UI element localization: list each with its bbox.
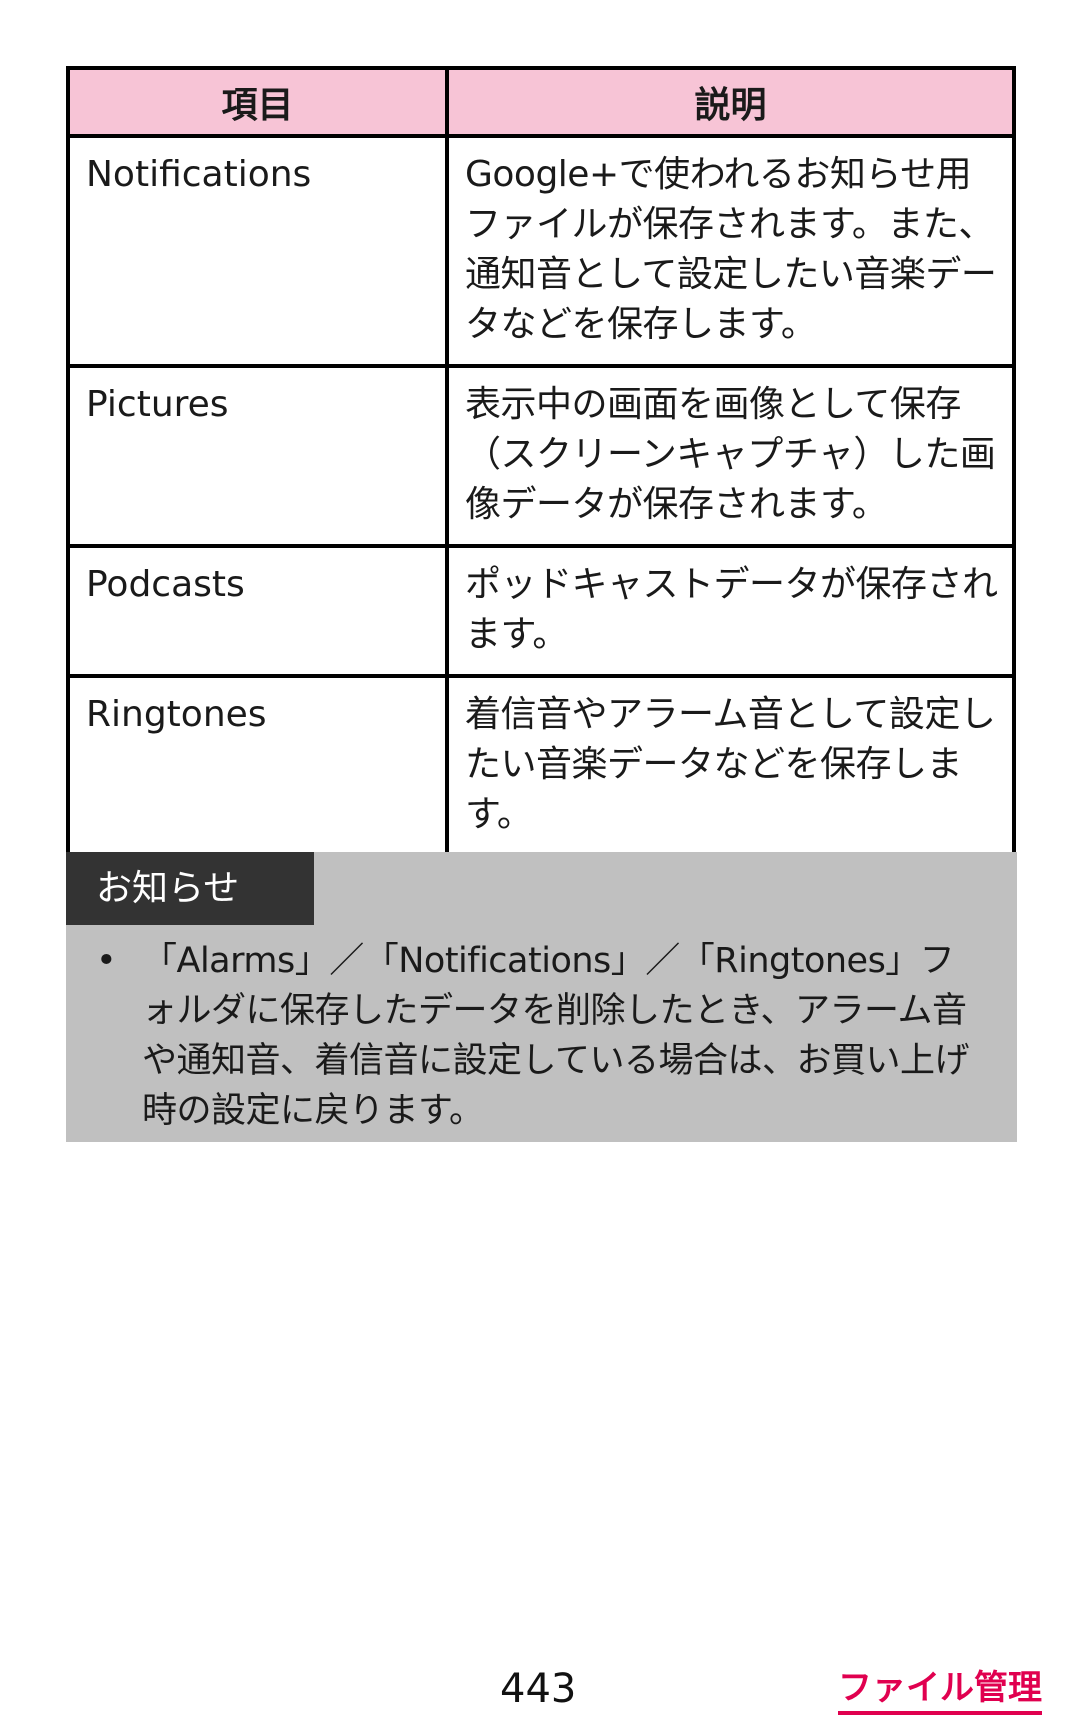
row-description: ポッドキャストデータが保存されます。 [445, 544, 1016, 678]
row-description: Google+で使われるお知らせ用ファイルが保存されます。また、通知音として設定… [445, 134, 1016, 368]
page-number: 443 [500, 1666, 577, 1712]
header-item: 項目 [66, 66, 449, 138]
table-row: Notifications Google+で使われるお知らせ用ファイルが保存され… [66, 134, 1016, 368]
table-row: Ringtones 着信音やアラーム音として設定したい音楽データなどを保存します… [66, 674, 1016, 858]
table-row: Podcasts ポッドキャストデータが保存されます。 [66, 544, 1016, 678]
header-description: 説明 [445, 66, 1016, 138]
row-description: 表示中の画面を画像として保存（スクリーンキャプチャ）した画像データが保存されます… [445, 364, 1016, 548]
row-item: Pictures [66, 364, 449, 548]
folder-table: 項目 説明 Notifications Google+で使われるお知らせ用ファイ… [66, 66, 1016, 858]
notice-text: 「Alarms」／「Notifications」／「Ringtones」フォルダ… [142, 941, 969, 1131]
table-header-row: 項目 説明 [66, 66, 1016, 138]
notice-body: • 「Alarms」／「Notifications」／「Ringtones」フォ… [96, 936, 987, 1136]
notice-box: お知らせ • 「Alarms」／「Notifications」／「Rington… [66, 852, 1017, 1142]
section-link[interactable]: ファイル管理 [838, 1660, 1042, 1715]
notice-label: お知らせ [66, 852, 314, 925]
bullet-icon: • [96, 941, 117, 981]
row-item: Ringtones [66, 674, 449, 858]
row-description: 着信音やアラーム音として設定したい音楽データなどを保存します。 [445, 674, 1016, 858]
row-item: Notifications [66, 134, 449, 368]
table-row: Pictures 表示中の画面を画像として保存（スクリーンキャプチャ）した画像デ… [66, 364, 1016, 548]
row-item: Podcasts [66, 544, 449, 678]
